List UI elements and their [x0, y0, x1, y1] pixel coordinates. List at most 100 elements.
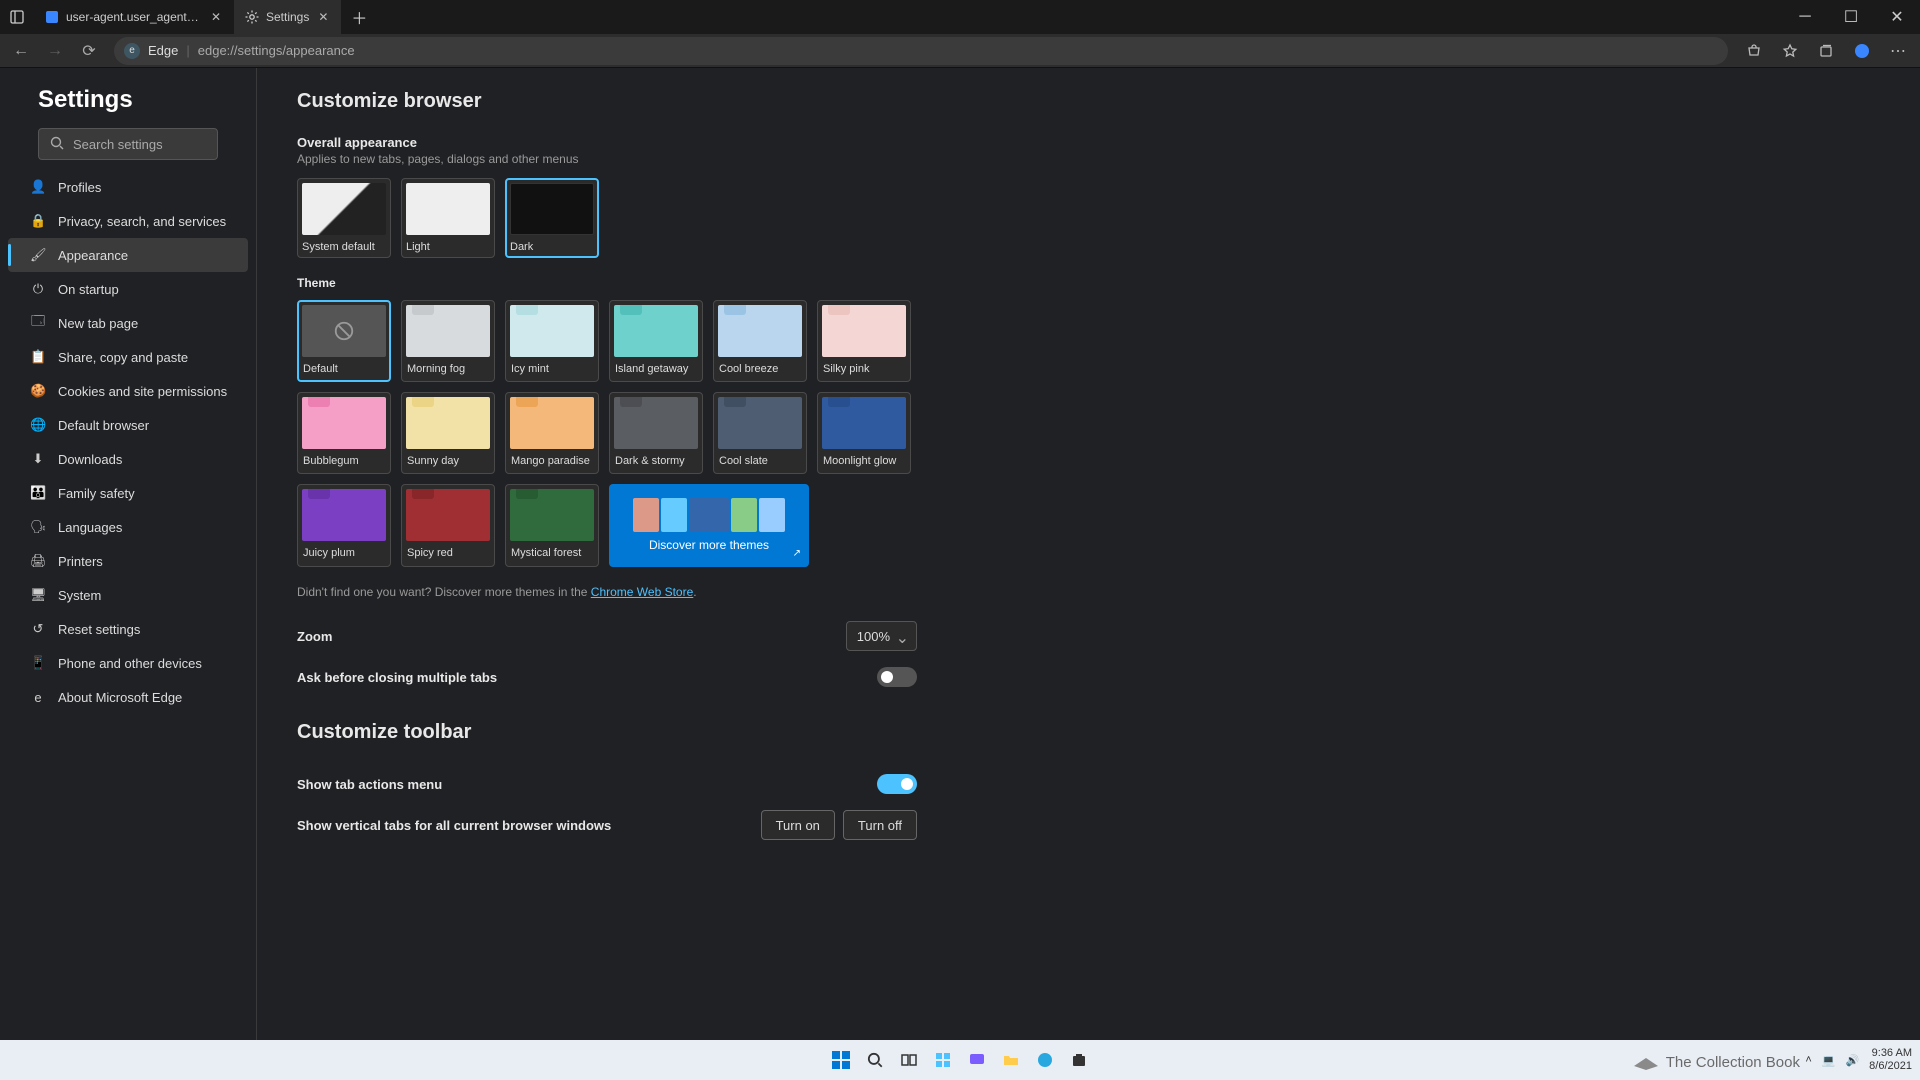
sidebar-item-reset-settings[interactable]: ↺Reset settings — [8, 612, 248, 646]
sidebar-item-about-microsoft-edge[interactable]: eAbout Microsoft Edge — [8, 680, 248, 714]
overall-appearance-title: Overall appearance — [297, 135, 1880, 150]
appearance-preview — [302, 183, 386, 235]
theme-label: Moonlight glow — [822, 455, 906, 469]
address-bar[interactable]: e Edge | edge://settings/appearance — [114, 37, 1728, 65]
sidebar-item-label: New tab page — [58, 316, 138, 331]
sidebar-item-share-copy-and-paste[interactable]: 📋Share, copy and paste — [8, 340, 248, 374]
search-input[interactable]: Search settings — [38, 128, 218, 160]
tray-chevron-icon[interactable]: ˄ — [1805, 1054, 1811, 1066]
theme-bubblegum[interactable]: Bubblegum — [297, 392, 391, 474]
watermark: The Collection Book — [1632, 1052, 1800, 1072]
search-placeholder: Search settings — [73, 137, 163, 152]
theme-spicy-red[interactable]: Spicy red — [401, 484, 495, 567]
theme-island-getaway[interactable]: Island getaway — [609, 300, 703, 382]
store-button[interactable] — [1065, 1046, 1093, 1074]
theme-moonlight-glow[interactable]: Moonlight glow — [817, 392, 911, 474]
site-label: Edge — [148, 43, 178, 58]
sidebar-item-family-safety[interactable]: 👪 Family safety — [8, 476, 248, 510]
sidebar-item-label: Default browser — [58, 418, 149, 433]
file-icon — [44, 9, 60, 25]
forward-button[interactable]: → — [40, 36, 70, 66]
close-icon[interactable]: ✕ — [315, 10, 331, 24]
theme-swatch — [822, 397, 906, 449]
nav-icon: 🗣 — [30, 519, 46, 535]
search-button[interactable] — [861, 1046, 889, 1074]
sidebar-item-downloads[interactable]: ⬇Downloads — [8, 442, 248, 476]
sidebar-item-on-startup[interactable]: ⏻On startup — [8, 272, 248, 306]
clock[interactable]: 9:36 AM 8/6/2021 — [1869, 1047, 1912, 1072]
taskview-button[interactable] — [895, 1046, 923, 1074]
theme-cool-slate[interactable]: Cool slate — [713, 392, 807, 474]
back-button[interactable]: ← — [6, 36, 36, 66]
close-window-button[interactable]: ✕ — [1874, 0, 1920, 34]
start-button[interactable] — [827, 1046, 855, 1074]
sidebar-item-label: System — [58, 588, 101, 603]
windows-taskbar: The Collection Book ˄ 💻 🔊 9:36 AM 8/6/20… — [0, 1040, 1920, 1080]
appearance-option-light[interactable]: Light — [401, 178, 495, 258]
edge-button[interactable] — [1031, 1046, 1059, 1074]
sidebar-item-system[interactable]: 🖥System — [8, 578, 248, 612]
minimize-button[interactable]: ─ — [1782, 0, 1828, 34]
appearance-option-system-default[interactable]: System default — [297, 178, 391, 258]
favorites-icon[interactable] — [1774, 36, 1806, 66]
chat-button[interactable] — [963, 1046, 991, 1074]
new-tab-button[interactable]: ＋ — [345, 3, 373, 31]
volume-icon[interactable]: 🔊 — [1845, 1054, 1859, 1067]
theme-label: Mystical forest — [510, 547, 594, 561]
system-tray[interactable]: ˄ 💻 🔊 9:36 AM 8/6/2021 — [1805, 1040, 1912, 1080]
sidebar-item-privacy-search-and-services[interactable]: 🔒Privacy, search, and services — [8, 204, 248, 238]
sidebar-item-default-browser[interactable]: 🌐Default browser — [8, 408, 248, 442]
theme-label: Spicy red — [406, 547, 490, 561]
separator: | — [186, 43, 189, 58]
maximize-button[interactable]: ☐ — [1828, 0, 1874, 34]
theme-morning-fog[interactable]: Morning fog — [401, 300, 495, 382]
sidebar-item-printers[interactable]: 🖨Printers — [8, 544, 248, 578]
discover-more-themes[interactable]: Discover more themes↗ — [609, 484, 809, 567]
theme-icy-mint[interactable]: Icy mint — [505, 300, 599, 382]
zoom-select[interactable]: 100% — [846, 621, 917, 651]
sidebar-item-cookies-and-site-permissions[interactable]: 🍪Cookies and site permissions — [8, 374, 248, 408]
theme-dark-stormy[interactable]: Dark & stormy — [609, 392, 703, 474]
theme-cool-breeze[interactable]: Cool breeze — [713, 300, 807, 382]
explorer-button[interactable] — [997, 1046, 1025, 1074]
theme-swatch — [614, 305, 698, 357]
theme-mango-paradise[interactable]: Mango paradise — [505, 392, 599, 474]
sidebar-item-languages[interactable]: 🗣Languages — [8, 510, 248, 544]
collections-icon[interactable] — [1810, 36, 1842, 66]
refresh-button[interactable]: ⟳ — [74, 36, 104, 66]
shopping-icon[interactable] — [1738, 36, 1770, 66]
profile-icon[interactable] — [1846, 36, 1878, 66]
theme-silky-pink[interactable]: Silky pink — [817, 300, 911, 382]
tab-useragent[interactable]: user-agent.user_agent - The Col ✕ — [34, 0, 234, 34]
theme-sunny-day[interactable]: Sunny day — [401, 392, 495, 474]
show-tab-actions-toggle[interactable] — [877, 774, 917, 794]
tab-label: Settings — [266, 10, 309, 24]
tab-actions-icon[interactable] — [0, 0, 34, 34]
chrome-web-store-link[interactable]: Chrome Web Store — [591, 585, 694, 599]
more-icon[interactable]: ⋯ — [1882, 36, 1914, 66]
widgets-button[interactable] — [929, 1046, 957, 1074]
sidebar-item-new-tab-page[interactable]: 🗔New tab page — [8, 306, 248, 340]
show-tab-actions-label: Show tab actions menu — [297, 777, 442, 792]
sidebar-item-profiles[interactable]: 👤Profiles — [8, 170, 248, 204]
turn-off-button[interactable]: Turn off — [843, 810, 917, 840]
theme-label: Morning fog — [406, 363, 490, 377]
network-icon[interactable]: 💻 — [1822, 1054, 1836, 1067]
theme-mystical-forest[interactable]: Mystical forest — [505, 484, 599, 567]
turn-on-button[interactable]: Turn on — [761, 810, 835, 840]
tab-settings[interactable]: Settings ✕ — [234, 0, 341, 34]
theme-label: Silky pink — [822, 363, 906, 377]
sidebar-item-appearance[interactable]: 🖌Appearance — [8, 238, 248, 272]
appearance-option-dark[interactable]: Dark — [505, 178, 599, 258]
sidebar-item-label: Reset settings — [58, 622, 140, 637]
sidebar-item-label: Family safety — [58, 486, 135, 501]
settings-title: Settings — [0, 86, 256, 128]
nav-icon: e — [30, 690, 46, 705]
nav-icon: 👪 — [30, 485, 46, 501]
theme-default[interactable]: Default — [297, 300, 391, 382]
ask-close-toggle[interactable] — [877, 667, 917, 687]
theme-juicy-plum[interactable]: Juicy plum — [297, 484, 391, 567]
sidebar-item-phone-and-other-devices[interactable]: 📱Phone and other devices — [8, 646, 248, 680]
close-icon[interactable]: ✕ — [208, 10, 224, 24]
edge-icon: e — [124, 43, 140, 59]
